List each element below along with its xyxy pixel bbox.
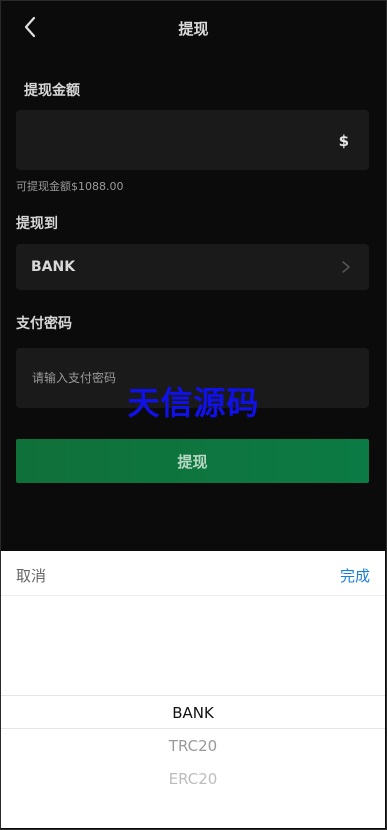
picker-selection-top-line [1,695,385,696]
chevron-right-icon [342,261,350,273]
page-title: 提现 [178,20,209,38]
withdraw-submit-button[interactable]: 提现 [16,439,369,483]
picker-toolbar: 取消 完成 [1,551,385,596]
password-label: 支付密码 [16,316,72,332]
picker-option-erc20[interactable]: ERC20 [1,770,385,788]
picker-option-bank[interactable]: BANK [1,704,385,722]
amount-field[interactable]: $ [16,110,369,170]
top-nav-bar: 提现 [0,0,387,56]
destination-select[interactable]: BANK [16,244,369,290]
picker-option-trc20[interactable]: TRC20 [1,737,385,755]
destination-value: BANK [31,259,76,275]
amount-label: 提现金额 [24,83,80,99]
destination-label: 提现到 [16,216,58,232]
watermark-text: 天信源码 [127,384,260,422]
available-balance-hint: 可提现金额$1088.00 [16,180,124,193]
picker-cancel-button[interactable]: 取消 [16,565,46,586]
currency-symbol: $ [338,132,349,150]
picker-selection-bottom-line [1,728,385,729]
destination-picker-sheet: 取消 完成 BANK TRC20 ERC20 [1,551,385,828]
picker-done-button[interactable]: 完成 [340,565,370,586]
